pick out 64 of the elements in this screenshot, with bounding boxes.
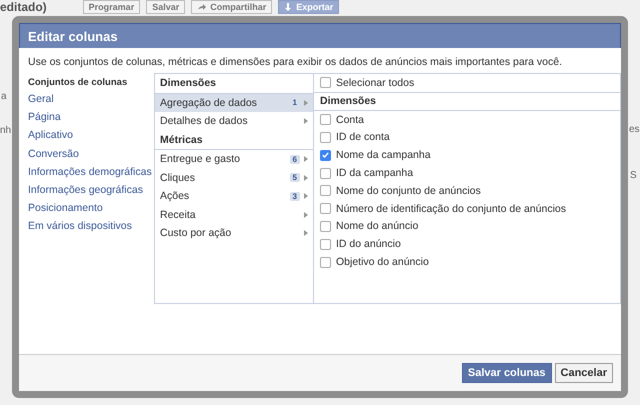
- column-set-link[interactable]: Aplicativo: [28, 126, 154, 145]
- chevron-right-icon: [304, 156, 308, 162]
- category-heading: Dimensões: [159, 76, 218, 92]
- select-all-option[interactable]: Selecionar todos: [314, 74, 620, 92]
- chevron-right-icon: [304, 230, 308, 236]
- chevron-right-icon: [304, 193, 308, 200]
- checkbox[interactable]: [320, 256, 331, 268]
- share-arrow-icon: [197, 3, 206, 11]
- save-button[interactable]: Salvar colunas: [462, 363, 552, 383]
- toolbar-button[interactable]: Salvar: [146, 0, 186, 14]
- column-set-link[interactable]: Página: [28, 108, 154, 126]
- checkbox[interactable]: [320, 203, 331, 214]
- chevron-right-icon: [304, 174, 308, 181]
- column-set-link[interactable]: Informações geográficas: [28, 180, 154, 200]
- column-sets-heading: Conjuntos de colunas: [28, 76, 128, 90]
- count-label: 3: [290, 192, 300, 201]
- category-item[interactable]: Detalhes de dados: [155, 112, 313, 130]
- dialog-title-bar: Editar colunas: [19, 23, 621, 48]
- options-section-heading: Dimensões: [314, 92, 620, 111]
- dialog-description: Use os conjuntos de colunas, métricas e dimensões para exibir os dados de anúncios mais importantes para você.: [27, 55, 564, 70]
- category-item[interactable]: Ações 3: [155, 187, 313, 206]
- checkbox[interactable]: [320, 114, 331, 126]
- column-set-link[interactable]: Posicionamento: [28, 199, 154, 218]
- download-arrow-icon: [284, 2, 292, 12]
- background-text: nh: [0, 125, 12, 136]
- column-option[interactable]: ID de conta: [314, 128, 620, 146]
- column-option[interactable]: Número de identificação do conjunto de anúncios: [314, 200, 620, 218]
- column-option[interactable]: Nome do anúncio: [314, 218, 620, 236]
- column-option[interactable]: Conta: [314, 110, 620, 129]
- column-option[interactable]: ID da campanha: [314, 164, 620, 182]
- column-option[interactable]: Nome da campanha: [314, 146, 620, 164]
- checkbox[interactable]: [320, 238, 331, 250]
- column-set-link[interactable]: Informações demográficas: [28, 162, 154, 181]
- checkbox[interactable]: [320, 168, 331, 179]
- toolbar-button[interactable]: Programar: [82, 0, 140, 14]
- category-item[interactable]: Cliques 5: [155, 168, 313, 187]
- cancel-button[interactable]: Cancelar: [554, 363, 613, 383]
- column-set-link[interactable]: Em vários dispositivos: [28, 217, 154, 236]
- page-title: editado): [0, 0, 47, 14]
- toolbar-button[interactable]: Compartilhar: [191, 0, 272, 14]
- column-option[interactable]: Objetivo do anúncio: [314, 253, 620, 271]
- category-item[interactable]: Receita: [155, 206, 313, 224]
- checkbox[interactable]: [320, 77, 331, 88]
- category-heading: Métricas: [159, 132, 204, 148]
- column-option[interactable]: ID do anúncio: [314, 235, 620, 254]
- background-text: S: [630, 170, 637, 181]
- category-item[interactable]: Agregação de dados 1: [155, 92, 313, 112]
- chevron-right-icon: [304, 212, 308, 218]
- checkbox[interactable]: [320, 132, 331, 143]
- category-item[interactable]: Entregue e gasto 6: [155, 149, 313, 168]
- column-option[interactable]: Nome do conjunto de anúncios: [314, 182, 620, 200]
- count-label: 6: [290, 154, 300, 164]
- column-set-link[interactable]: Conversão: [28, 144, 154, 163]
- column-set-link[interactable]: Geral: [28, 90, 154, 108]
- background-text: a: [1, 91, 7, 102]
- background-text: es: [629, 124, 640, 135]
- category-item[interactable]: Custo por ação: [155, 224, 313, 242]
- count-label: 1: [292, 98, 298, 108]
- checkbox[interactable]: [320, 220, 331, 232]
- chevron-right-icon: [304, 118, 308, 124]
- checkbox[interactable]: [320, 150, 331, 161]
- count-label: 5: [290, 173, 300, 182]
- checkbox[interactable]: [320, 185, 331, 196]
- chevron-right-icon: [304, 100, 308, 106]
